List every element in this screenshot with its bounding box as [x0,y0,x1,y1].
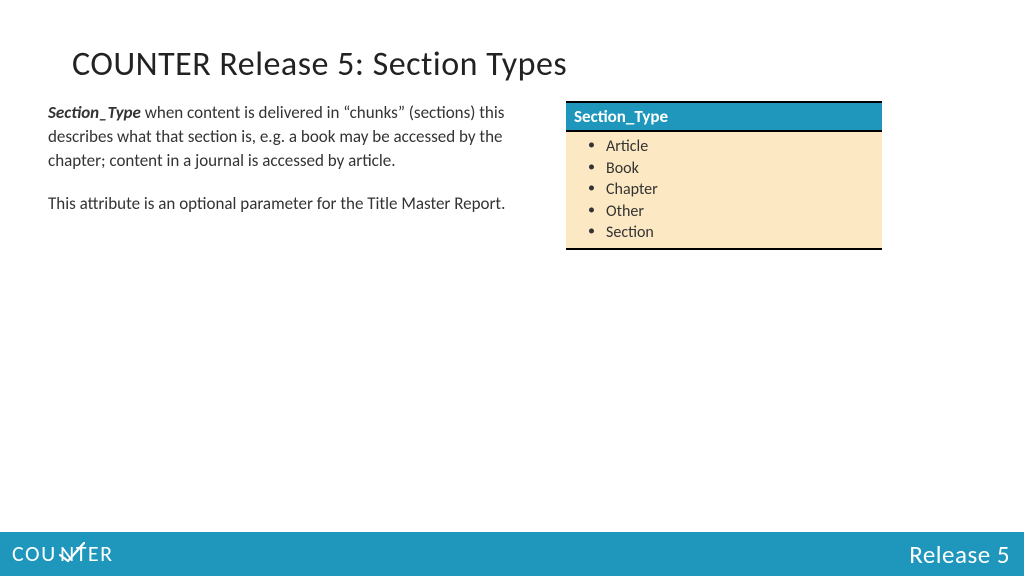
svg-text:COU: COU [12,541,57,567]
slide-title: COUNTER Release 5: Section Types [0,0,1024,85]
svg-text:NTER: NTER [60,541,114,567]
section-type-table: Section_Type Article Book Chapter Other … [566,101,882,250]
description-para-1: Section_Type when content is delivered i… [48,101,538,172]
counter-logo: COU NTER [12,541,150,567]
list-item: Article [588,136,876,158]
content-area: Section_Type when content is delivered i… [0,85,1024,250]
list-item: Section [588,222,876,244]
description-para-2: This attribute is an optional parameter … [48,192,538,216]
list-item: Book [588,158,876,180]
section-type-list: Article Book Chapter Other Section [572,136,876,244]
table-body: Article Book Chapter Other Section [566,132,882,248]
table-header: Section_Type [566,103,882,132]
list-item: Other [588,201,876,223]
table-column: Section_Type Article Book Chapter Other … [566,101,882,250]
counter-logo-svg: COU NTER [12,541,150,567]
description-column: Section_Type when content is delivered i… [48,101,538,250]
term-label: Section_Type [48,102,141,123]
footer-release-label: Release 5 [909,539,1010,570]
footer-bar: COU NTER Release 5 [0,532,1024,576]
list-item: Chapter [588,179,876,201]
